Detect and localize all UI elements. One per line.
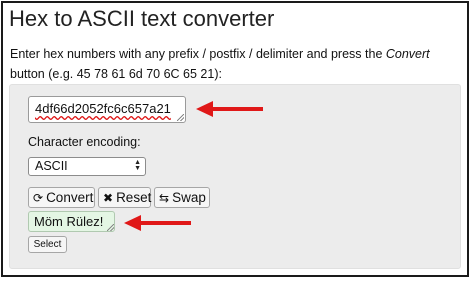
convert-button[interactable]: ⟳ Convert <box>28 187 95 208</box>
resize-grip-icon[interactable] <box>107 224 114 231</box>
refresh-icon: ⟳ <box>33 191 44 205</box>
instructions-after: button (e.g. 45 78 61 6d 70 6C 65 21): <box>10 67 222 81</box>
reset-button-label: Reset <box>116 190 152 205</box>
convert-button-label: Convert <box>46 190 94 205</box>
instructions-convert-word: Convert <box>385 47 430 61</box>
instructions-text: Enter hex numbers with any prefix / post… <box>10 44 465 84</box>
swap-button-label: Swap <box>172 190 206 205</box>
output-value: Möm Rülez! <box>34 214 104 229</box>
updown-chevron-icon: ▲ ▼ <box>134 159 141 172</box>
encoding-selected-value: ASCII <box>35 159 68 173</box>
reset-button[interactable]: ✖ Reset <box>98 187 151 208</box>
resize-grip-icon[interactable] <box>177 114 184 121</box>
annotation-arrow-input <box>196 101 263 117</box>
swap-arrows-icon: ⇆ <box>159 191 170 205</box>
output-text-field[interactable]: Möm Rülez! <box>28 211 115 232</box>
encoding-select[interactable]: ASCII ▲ ▼ <box>28 157 146 176</box>
encoding-label: Character encoding: <box>28 135 141 149</box>
close-x-icon: ✖ <box>103 191 114 205</box>
hex-input[interactable]: 4df66d2052fc6c657a21 <box>28 96 186 123</box>
annotation-arrow-output <box>124 215 191 231</box>
page-title: Hex to ASCII text converter <box>9 6 275 31</box>
hex-input-value: 4df66d2052fc6c657a21 <box>35 101 171 116</box>
instructions-before: Enter hex numbers with any prefix / post… <box>10 47 386 61</box>
select-button[interactable]: Select <box>28 236 67 253</box>
swap-button[interactable]: ⇆ Swap <box>154 187 210 208</box>
